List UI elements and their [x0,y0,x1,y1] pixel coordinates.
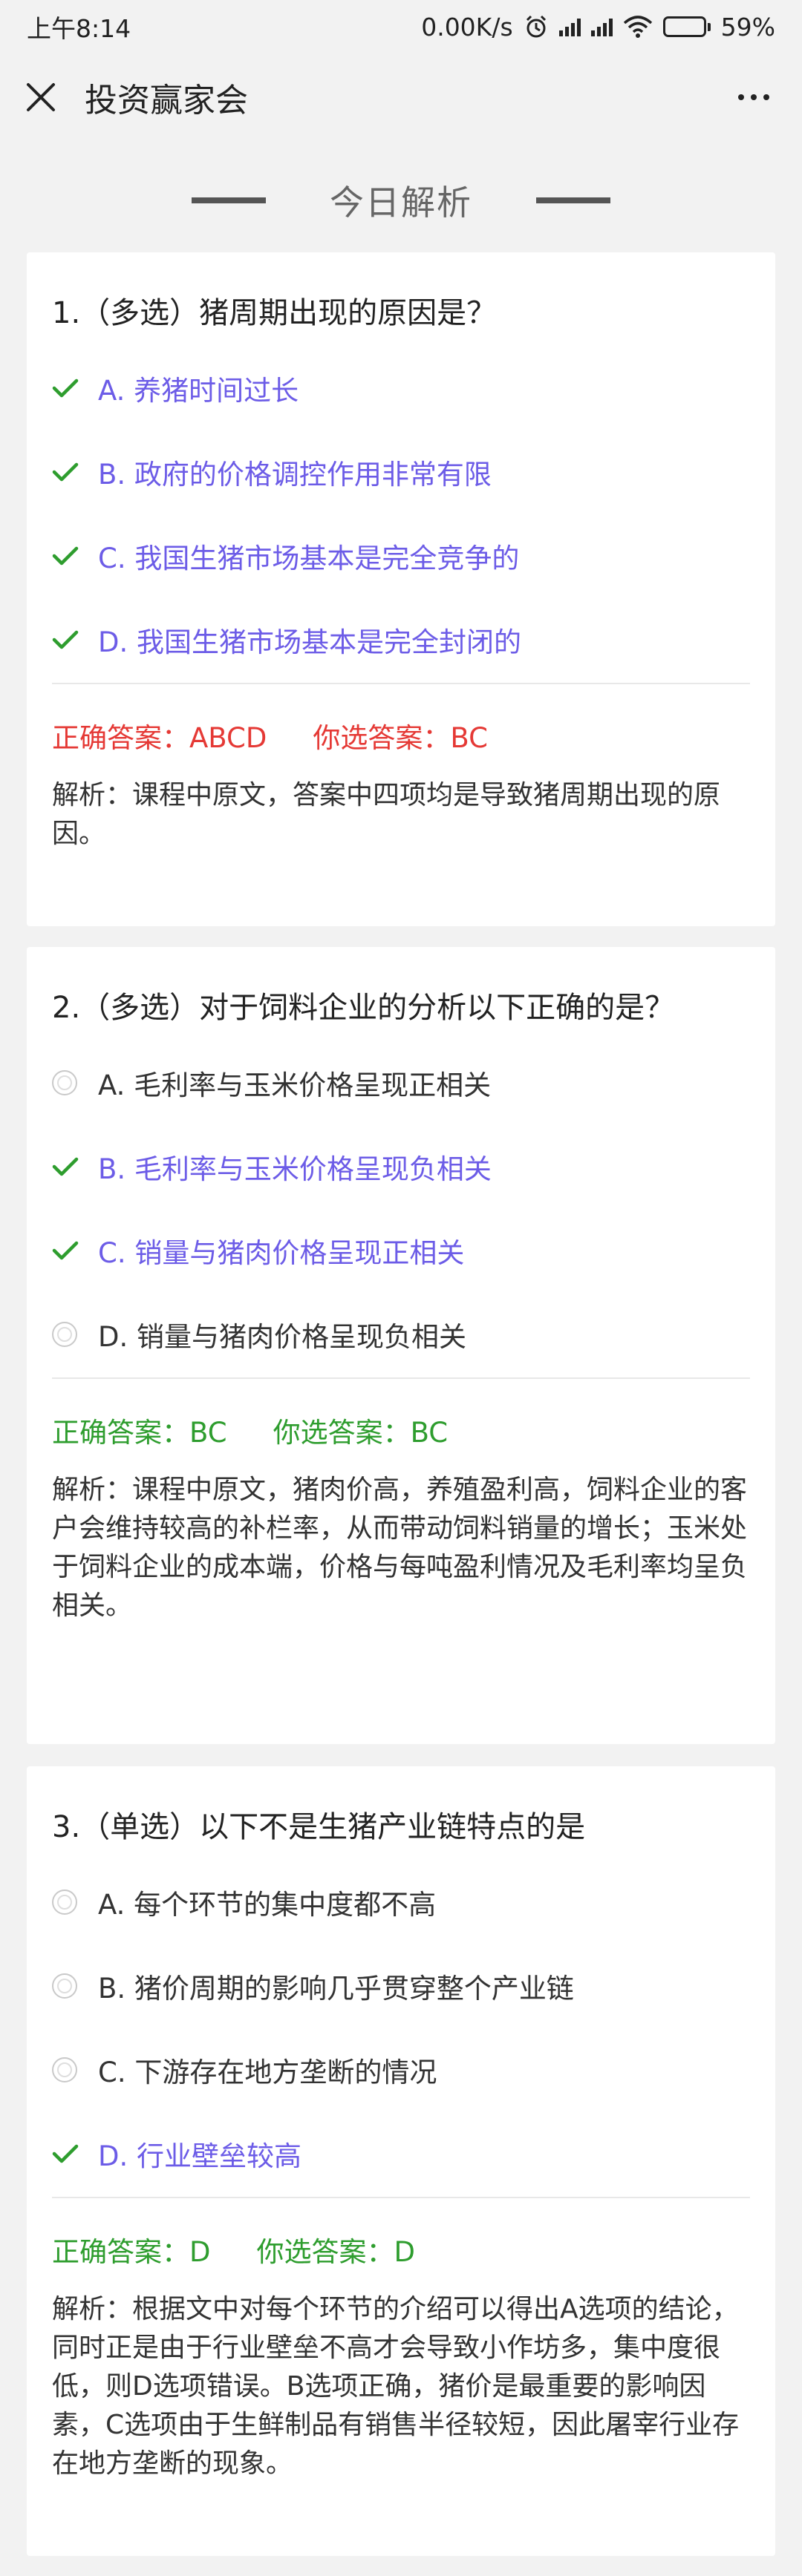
option-list: A. 每个环节的集中度都不高 B. 猪价周期的影响几乎贯穿整个产业链 C. 下游存在… [52,1860,750,2195]
option-c[interactable]: C. 销量与猪肉价格呈现正相关 [52,1208,750,1292]
option-label: B. 政府的价格调控作用非常有限 [98,458,492,491]
question-title: 1.（多选）猪周期出现的原因是？ [52,296,497,330]
option-a[interactable]: A. 每个环节的集中度都不高 [52,1860,750,1944]
option-label: A. 毛利率与玉米价格呈现正相关 [98,1069,492,1101]
signal-icon-2 [590,17,613,36]
check-icon [52,629,98,651]
nav-title: 投资赢家会 [85,82,248,119]
signal-icon [558,17,581,36]
your-answer: 你选答案：BC [313,722,488,754]
radio-icon [52,2056,98,2082]
option-label: A. 每个环节的集中度都不高 [98,1888,437,1921]
divider [52,1377,750,1379]
answer-row: 正确答案：BC 你选答案：BC [52,1412,750,1449]
radio-icon [52,1889,98,1915]
status-icons: 0.00K/s 59% [421,13,775,42]
section-heading: 今日解析 [0,171,802,230]
question-card-3: 3.（单选）以下不是生猪产业链特点的是 A. 每个环节的集中度都不高 B. 猪价周… [27,1766,775,2556]
divider [52,2197,750,2198]
option-a[interactable]: A. 毛利率与玉米价格呈现正相关 [52,1040,750,1124]
option-c[interactable]: C. 我国生猪市场基本是完全竞争的 [52,514,750,597]
alarm-icon [526,15,546,38]
question-title: 2.（多选）对于饲料企业的分析以下正确的是？ [52,991,675,1025]
section-title: 今日解析 [330,183,472,223]
question-card-1: 1.（多选）猪周期出现的原因是？ A. 养猪时间过长 B. 政府的价格调控作用非常… [27,252,775,926]
battery-percent: 59% [720,12,775,42]
close-icon[interactable] [25,82,56,113]
check-icon [52,1156,98,1178]
network-speed: 0.00K/s [421,12,513,42]
option-d[interactable]: D. 销量与猪肉价格呈现负相关 [52,1292,750,1376]
analysis-text: 解析：根据文中对每个环节的介绍可以得出A选项的结论，同时正是由于行业壁垒不高才会… [52,2294,740,2479]
option-label: C. 下游存在地方垄断的情况 [98,2056,437,2088]
correct-answer: 正确答案：BC [52,1417,227,1449]
radio-icon [52,1973,98,1999]
option-label: D. 销量与猪肉价格呈现负相关 [98,1320,467,1353]
analysis-text: 解析：课程中原文，答案中四项均是导致猪周期出现的原因。 [52,780,721,849]
heading-divider-left [192,197,266,203]
option-d[interactable]: D. 我国生猪市场基本是完全封闭的 [52,597,750,681]
your-answer: 你选答案：D [256,2236,416,2268]
option-b[interactable]: B. 猪价周期的影响几乎贯穿整个产业链 [52,1944,750,2028]
option-list: A. 养猪时间过长 B. 政府的价格调控作用非常有限 C. 我国生猪市场基本是完全竞… [52,346,750,681]
check-icon [52,461,98,483]
battery-icon [662,16,711,37]
option-label: B. 猪价周期的影响几乎贯穿整个产业链 [98,1972,574,2005]
option-list: A. 毛利率与玉米价格呈现正相关 B. 毛利率与玉米价格呈现负相关 C. 销量与猪肉… [52,1040,750,1376]
status-bar: 上午8:14 0.00K/s 59% [0,0,802,53]
analysis-text: 解析：课程中原文，猪肉价高，养殖盈利高，饲料企业的客户会维持较高的补栏率，从而带… [52,1475,748,1621]
answer-row: 正确答案：ABCD 你选答案：BC [52,717,750,754]
status-time: 上午8:14 [27,14,131,43]
option-d[interactable]: D. 行业壁垒较高 [52,2111,750,2195]
correct-answer: 正确答案：ABCD [52,722,267,754]
option-b[interactable]: B. 毛利率与玉米价格呈现负相关 [52,1124,750,1208]
wifi-icon [623,16,652,38]
question-card-2: 2.（多选）对于饲料企业的分析以下正确的是？ A. 毛利率与玉米价格呈现正相关 B… [27,947,775,1744]
radio-icon [52,1069,98,1095]
check-icon [52,377,98,399]
divider [52,683,750,684]
more-menu-icon[interactable] [738,94,769,100]
check-icon [52,1239,98,1262]
option-label: D. 我国生猪市场基本是完全封闭的 [98,626,522,658]
option-a[interactable]: A. 养猪时间过长 [52,346,750,430]
check-icon [52,2143,98,2165]
option-label: D. 行业壁垒较高 [98,2140,302,2172]
option-b[interactable]: B. 政府的价格调控作用非常有限 [52,430,750,514]
your-answer: 你选答案：BC [273,1417,449,1449]
option-label: B. 毛利率与玉米价格呈现负相关 [98,1153,492,1185]
heading-divider-right [536,197,610,203]
correct-answer: 正确答案：D [52,2236,211,2268]
question-title: 3.（单选）以下不是生猪产业链特点的是 [52,1810,586,1844]
nav-bar: 投资赢家会 [0,53,802,141]
option-label: C. 我国生猪市场基本是完全竞争的 [98,542,520,574]
answer-row: 正确答案：D 你选答案：D [52,2231,750,2268]
radio-icon [52,1321,98,1347]
check-icon [52,545,98,567]
option-c[interactable]: C. 下游存在地方垄断的情况 [52,2028,750,2111]
option-label: C. 销量与猪肉价格呈现正相关 [98,1236,465,1269]
option-label: A. 养猪时间过长 [98,374,299,407]
